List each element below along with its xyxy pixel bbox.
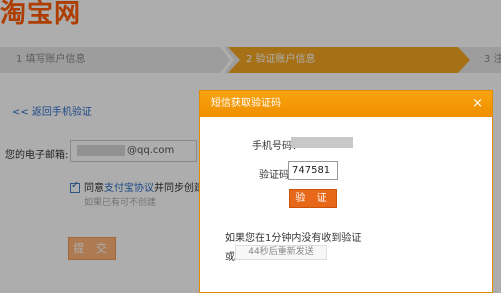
- sms-code-dialog: 短信获取验证码 × 手机号码： 验证码： 747581 验 证 如果您在1分钟内…: [199, 90, 493, 293]
- dialog-title: 短信获取验证码: [211, 98, 281, 109]
- not-received-hint: 如果您在1分钟内没有收到验证: [225, 233, 362, 244]
- resend-prefix: 或: [225, 252, 235, 263]
- phone-redaction: [291, 137, 353, 148]
- verify-button[interactable]: 验 证: [289, 189, 337, 208]
- verification-code-input[interactable]: 747581: [288, 161, 338, 180]
- dialog-header: 短信获取验证码 ×: [200, 91, 492, 117]
- close-icon[interactable]: ×: [472, 91, 483, 117]
- resend-button[interactable]: 44秒后重新发送: [235, 245, 327, 260]
